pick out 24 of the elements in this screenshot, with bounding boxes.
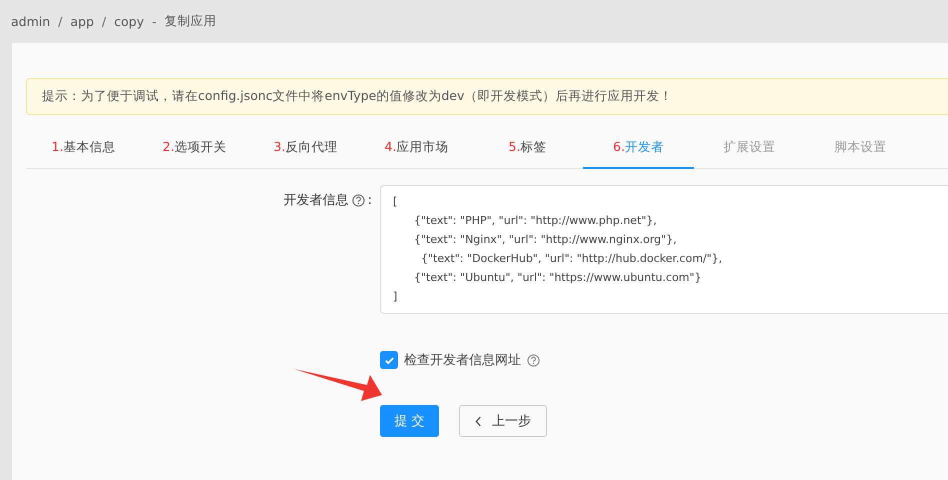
breadcrumb-link[interactable]: admin bbox=[11, 14, 50, 29]
checkbox-label[interactable]: 检查开发者信息网址 bbox=[404, 351, 521, 369]
step-tab[interactable]: 5.标签 bbox=[472, 129, 583, 169]
step-tab[interactable]: 4.应用市场 bbox=[361, 129, 472, 169]
check-icon bbox=[384, 354, 394, 366]
step-tab[interactable]: 6.开发者 bbox=[583, 129, 694, 169]
chevron-left-icon bbox=[475, 416, 482, 426]
breadcrumb-link[interactable]: app bbox=[70, 14, 94, 29]
developer-info-field[interactable]: [ {"text": "PHP", "url": "http://www.php.net"}, {"text": "Nginx", "url": "http://www.nginx.org"}, {"text": "DockerHub", "url": "http://hub.docker.com/"}, {"text": "Ubuntu", "url": "https://www.ubuntu.com"} ] bbox=[380, 185, 948, 314]
step-tab[interactable]: 2.选项开关 bbox=[139, 129, 250, 169]
breadcrumb-separator: / bbox=[58, 14, 62, 29]
help-icon[interactable] bbox=[527, 354, 540, 366]
breadcrumb-separator: / bbox=[102, 14, 106, 29]
title-separator: - bbox=[152, 14, 157, 29]
breadcrumb-link[interactable]: copy bbox=[114, 14, 144, 29]
checkbox[interactable] bbox=[380, 351, 398, 369]
back-button[interactable]: 上一步 bbox=[459, 405, 547, 437]
page-title: 复制应用 bbox=[164, 13, 217, 30]
field-label: 开发者信息 bbox=[284, 192, 349, 209]
step-tab[interactable]: 3.反向代理 bbox=[250, 129, 361, 169]
step-tab[interactable]: 1.基本信息 bbox=[28, 129, 139, 169]
help-icon[interactable] bbox=[352, 194, 365, 206]
label-colon: : bbox=[368, 192, 372, 208]
tip-alert: 提示：为了便于调试，请在config.jsonc文件中将envType的值修改为dev（即开发模式）后再进行应用开发！ bbox=[26, 78, 948, 115]
